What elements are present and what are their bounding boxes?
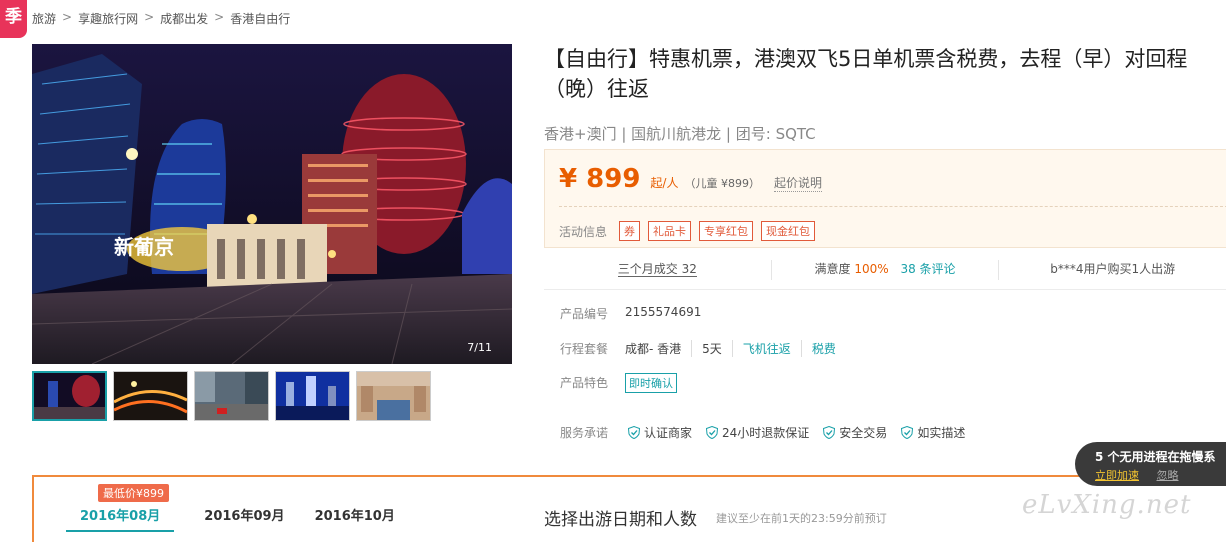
price-divider [559,206,1226,207]
thumbnail-4[interactable] [275,371,350,421]
breadcrumb: 旅游 > 享趣旅行网 > 成都出发 > 香港自由行 [32,10,290,27]
lowest-price-badge: 最低价¥899 [98,484,169,502]
itinerary-days: 5天 [691,340,732,357]
promo-tag-giftcard[interactable]: 礼品卡 [648,221,692,241]
tab-month-sep[interactable]: 2016年09月 [204,505,284,532]
product-subinfo: 香港+澳门 | 国航川航港龙 | 团号: SQTC [544,125,816,143]
choose-date-title: 选择出游日期和人数 [544,510,697,530]
price-panel: ¥ 899 起/人 （儿童 ¥899） 起价说明 活动信息 券 礼品卡 专享红包… [544,149,1226,248]
tab-month-oct[interactable]: 2016年10月 [315,505,395,532]
shield-check-icon [706,426,719,439]
svg-text:新葡京: 新葡京 [114,235,174,259]
service-refund-guarantee: 24小时退款保证 [722,426,810,440]
itinerary-tax[interactable]: 税费 [800,340,846,357]
breadcrumb-item-departure[interactable]: 成都出发 [160,10,208,27]
thumbnail-2[interactable] [113,371,188,421]
breadcrumb-item-current[interactable]: 香港自由行 [230,10,290,27]
night-city-illustration: 新葡京 [32,44,512,364]
promo-tag-cash-redpacket[interactable]: 现金红包 [761,221,816,241]
main-product-photo[interactable]: 新葡京 7/11 [32,44,512,364]
stats-row: 三个月成交 32 满意度 100% 38 条评论 b***4用户购买1人出游 [544,260,1226,280]
promo-tag-coupon[interactable]: 券 [619,221,641,241]
booking-deadline-note: 建议至少在前1天的23:59分前预订 [716,512,887,525]
satisfaction-value: 100% [854,262,889,276]
instant-confirm-badge: 即时确认 [625,373,677,393]
service-verified-merchant: 认证商家 [644,426,693,440]
child-price: （儿童 ¥899） [684,177,760,190]
watermark: eLvXing.net [1022,490,1192,520]
product-title: 【自由行】特惠机票，港澳双飞5日单机票含税费，去程（早）对回程（晚）往返 [544,47,1188,101]
price-note-link[interactable]: 起价说明 [773,174,822,192]
service-accurate-description: 如实描述 [917,426,966,440]
ignore-link[interactable]: 忽略 [1157,469,1179,482]
price-amount: ¥ 899 [559,164,641,194]
recent-purchase: b***4用户购买1人出游 [1050,262,1176,276]
breadcrumb-separator: > [144,10,155,24]
itinerary-route: 成都- 香港 [625,342,682,356]
thumbnail-5[interactable] [356,371,431,421]
service-promises: 认证商家 24小时退款保证 安全交易 如实描述 [628,424,965,441]
season-badge: 季 [0,0,27,38]
photo-counter: 7/11 [467,341,492,354]
tab-month-aug[interactable]: 2016年08月 [66,505,175,532]
product-code-label: 产品编号 [560,307,609,321]
month-tabs: 2016年08月 2016年09月 2016年10月 [66,505,395,532]
service-label: 服务承诺 [560,426,609,440]
thumbnail-1[interactable] [32,371,107,421]
itinerary-values: 成都- 香港 5天 飞机往返 税费 [625,340,846,357]
itinerary-label: 行程套餐 [560,342,609,356]
promo-label: 活动信息 [559,224,608,239]
shield-check-icon [823,426,836,439]
breadcrumb-item-site[interactable]: 享趣旅行网 [78,10,138,27]
breadcrumb-separator: > [214,10,225,24]
review-count-link[interactable]: 38 条评论 [900,262,955,276]
breadcrumb-item-travel[interactable]: 旅游 [32,10,56,27]
promo-tag-exclusive-redpacket[interactable]: 专享红包 [699,221,754,241]
speedup-now-link[interactable]: 立即加速 [1095,469,1139,482]
thumbnail-strip [32,371,431,421]
shield-check-icon [628,426,640,439]
shield-check-icon [901,426,914,439]
itinerary-flight[interactable]: 飞机往返 [731,340,801,357]
deal-count[interactable]: 三个月成交 32 [617,262,697,277]
price-unit: 起/人 [650,176,679,190]
service-secure-trade: 安全交易 [839,426,888,440]
speedup-toast: 5 个无用进程在拖慢系 立即加速 忽略 [1075,442,1226,486]
feature-label: 产品特色 [560,376,609,390]
satisfaction-label: 满意度 [814,262,851,276]
thumbnail-3[interactable] [194,371,269,421]
toast-message: 5 个无用进程在拖慢系 [1095,450,1216,464]
product-code-value: 2155574691 [625,305,702,319]
section-divider [544,289,1226,290]
breadcrumb-separator: > [62,10,73,24]
